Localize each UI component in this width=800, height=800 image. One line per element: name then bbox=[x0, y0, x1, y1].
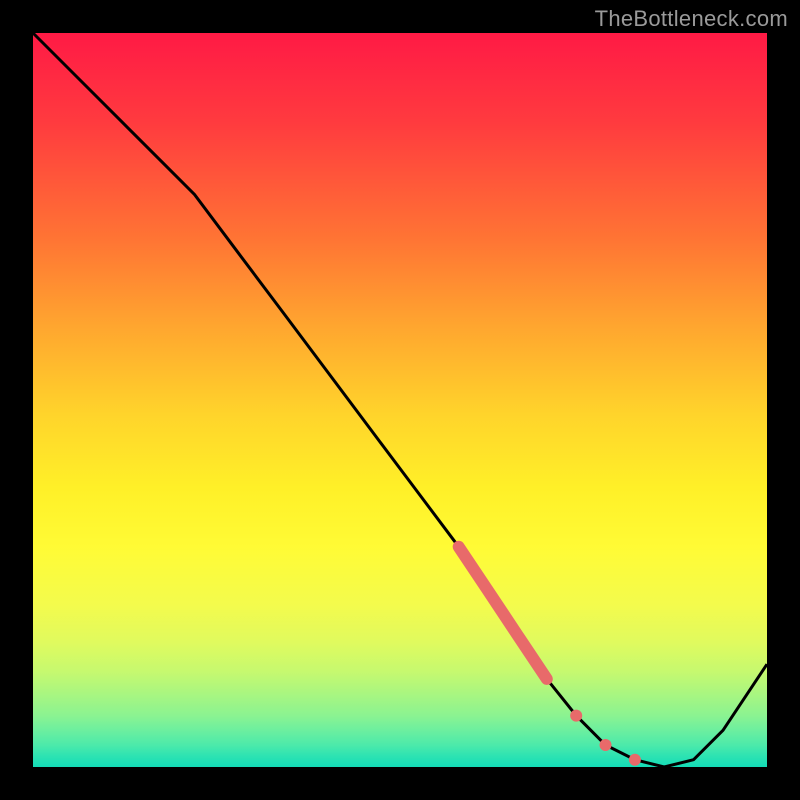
highlight-dot bbox=[570, 710, 582, 722]
curve-layer bbox=[33, 33, 767, 767]
highlight-segment bbox=[459, 547, 547, 679]
highlight-dot bbox=[600, 739, 612, 751]
highlight-points bbox=[570, 710, 641, 766]
plot-area bbox=[33, 33, 767, 767]
highlight-dot bbox=[629, 754, 641, 766]
watermark-text: TheBottleneck.com bbox=[595, 6, 788, 32]
chart-frame: TheBottleneck.com bbox=[0, 0, 800, 800]
bottleneck-curve bbox=[33, 33, 767, 767]
